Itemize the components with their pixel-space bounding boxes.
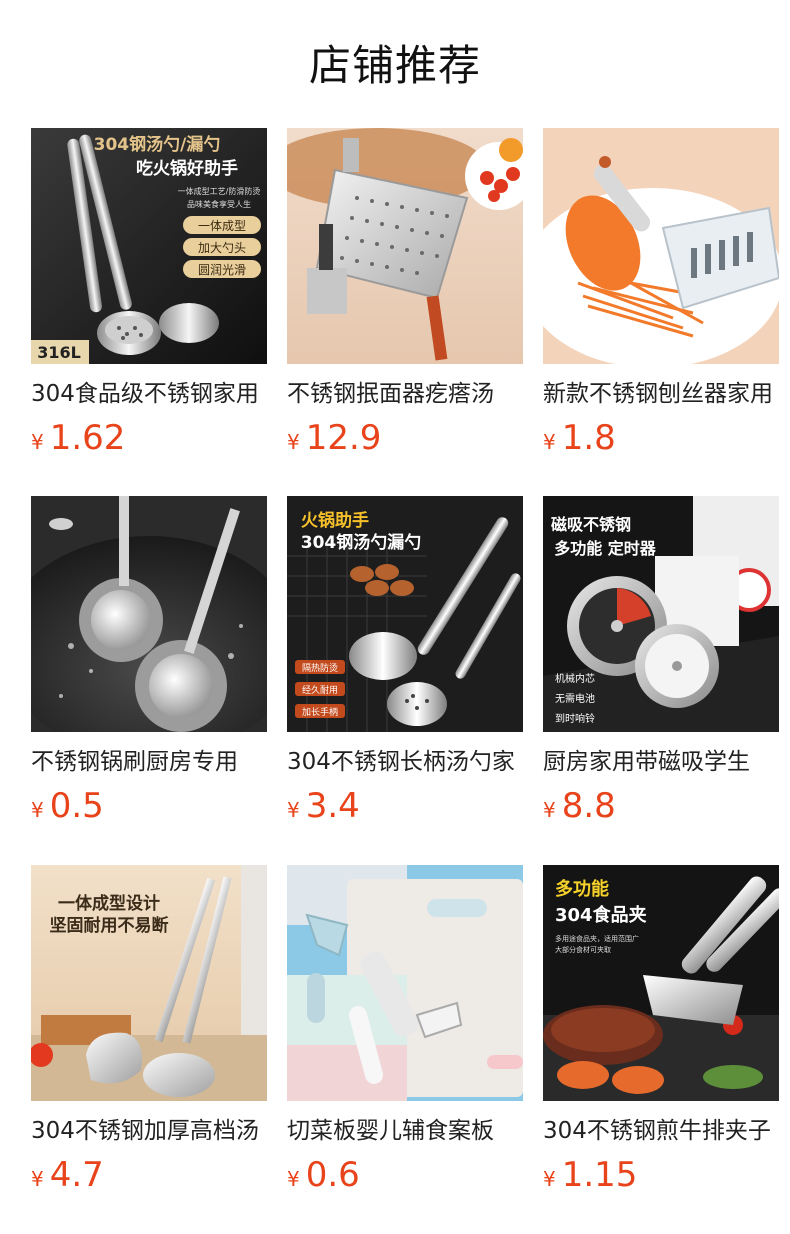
product-card[interactable]: 新款不锈钢刨丝器家用 ¥1.8	[543, 128, 779, 458]
image-sub-2: 品味美食享受人生	[187, 199, 251, 209]
product-card[interactable]: 切菜板婴儿辅食案板 ¥0.6	[287, 865, 523, 1195]
image-tag-1: 一体成型	[198, 219, 246, 233]
product-card[interactable]: 不锈钢抿面器疙瘩汤 ¥12.9	[287, 128, 523, 458]
product-price: ¥0.5	[31, 786, 104, 830]
image-badge: 316L	[37, 343, 81, 362]
product-price: ¥1.8	[543, 418, 616, 462]
price-value: 1.15	[561, 1155, 638, 1195]
currency-symbol: ¥	[287, 430, 300, 454]
product-image[interactable]	[287, 128, 523, 364]
currency-symbol: ¥	[31, 798, 44, 822]
product-card[interactable]: 磁吸不锈钢 多功能 定时器 机械内芯 无需电池 到时响铃 厨房家用带磁吸学生 ¥…	[543, 496, 779, 826]
product-image[interactable]: 火锅助手 304钢汤勺漏勺 隔热防烫 经久耐用 加长手柄	[287, 496, 523, 732]
image-tag-3: 加长手柄	[302, 706, 338, 718]
image-headline-2: 304食品夹	[555, 904, 647, 926]
currency-symbol: ¥	[543, 430, 556, 454]
image-headline-1: 304钢汤勺/漏勺	[94, 134, 221, 155]
image-headline-2: 多功能 定时器	[554, 539, 657, 558]
image-headline-2: 坚固耐用不易断	[50, 915, 169, 936]
currency-symbol: ¥	[287, 1167, 300, 1191]
image-tag-3: 圆润光滑	[198, 263, 246, 277]
image-sub-2: 大部分食材可夹取	[555, 945, 611, 954]
image-headline-2: 304钢汤勺漏勺	[301, 532, 422, 553]
product-price: ¥3.4	[287, 786, 360, 830]
product-name[interactable]: 新款不锈钢刨丝器家用	[543, 378, 779, 410]
price-value: 3.4	[305, 786, 360, 826]
product-price: ¥1.15	[543, 1155, 637, 1199]
product-price: ¥8.8	[543, 786, 616, 830]
product-name[interactable]: 304不锈钢煎牛排夹子	[543, 1115, 779, 1147]
price-value: 4.7	[49, 1155, 104, 1195]
product-image[interactable]	[287, 865, 523, 1101]
image-sub-1: 一体成型工艺/防滑防烫	[178, 186, 261, 196]
product-name[interactable]: 304不锈钢长柄汤勺家	[287, 746, 523, 778]
price-value: 1.62	[49, 418, 126, 458]
currency-symbol: ¥	[543, 798, 556, 822]
product-price: ¥1.62	[31, 418, 125, 462]
product-image[interactable]: 304钢汤勺/漏勺 吃火锅好助手 一体成型工艺/防滑防烫 品味美食享受人生 一体…	[31, 128, 267, 364]
product-image[interactable]	[31, 496, 267, 732]
product-price: ¥12.9	[287, 418, 381, 462]
product-card[interactable]: 不锈钢锅刷厨房专用 ¥0.5	[31, 496, 267, 826]
price-value: 0.5	[49, 786, 104, 826]
currency-symbol: ¥	[31, 1167, 44, 1191]
image-tag-2: 经久耐用	[302, 684, 338, 696]
currency-symbol: ¥	[287, 798, 300, 822]
price-value: 0.6	[305, 1155, 360, 1195]
product-price: ¥4.7	[31, 1155, 104, 1199]
product-card[interactable]: 多功能 304食品夹 多用途食品夹，适用范围广 大部分食材可夹取 304不锈钢煎…	[543, 865, 779, 1195]
product-image[interactable]: 一体成型设计 坚固耐用不易断	[31, 865, 267, 1101]
product-name[interactable]: 304不锈钢加厚高档汤	[31, 1115, 267, 1147]
product-card[interactable]: 火锅助手 304钢汤勺漏勺 隔热防烫 经久耐用 加长手柄 304不锈钢长柄汤勺家…	[287, 496, 523, 826]
image-check-2: 无需电池	[555, 692, 595, 705]
product-name[interactable]: 304食品级不锈钢家用	[31, 378, 267, 410]
image-headline-1: 一体成型设计	[58, 893, 160, 914]
product-card[interactable]: 一体成型设计 坚固耐用不易断 304不锈钢加厚高档汤 ¥4.7	[31, 865, 267, 1195]
product-name[interactable]: 不锈钢抿面器疙瘩汤	[287, 378, 523, 410]
price-value: 1.8	[561, 418, 616, 458]
image-headline-1: 火锅助手	[301, 510, 369, 531]
image-tag-2: 加大勺头	[198, 241, 246, 255]
product-price: ¥0.6	[287, 1155, 360, 1199]
product-image[interactable]: 磁吸不锈钢 多功能 定时器 机械内芯 无需电池 到时响铃	[543, 496, 779, 732]
image-headline-2: 吃火锅好助手	[136, 158, 238, 179]
image-tag-1: 隔热防烫	[302, 662, 338, 674]
page-title: 店铺推荐	[308, 41, 481, 90]
product-name[interactable]: 切菜板婴儿辅食案板	[287, 1115, 523, 1147]
currency-symbol: ¥	[31, 430, 44, 454]
product-image[interactable]	[543, 128, 779, 364]
price-value: 12.9	[305, 418, 382, 458]
product-card[interactable]: 304钢汤勺/漏勺 吃火锅好助手 一体成型工艺/防滑防烫 品味美食享受人生 一体…	[31, 128, 267, 458]
currency-symbol: ¥	[543, 1167, 556, 1191]
product-name[interactable]: 不锈钢锅刷厨房专用	[31, 746, 267, 778]
image-check-1: 机械内芯	[555, 672, 595, 685]
image-headline-1: 磁吸不锈钢	[551, 515, 631, 534]
product-name[interactable]: 厨房家用带磁吸学生	[543, 746, 779, 778]
price-value: 8.8	[561, 786, 616, 826]
image-sub-1: 多用途食品夹，适用范围广	[555, 934, 639, 943]
image-check-3: 到时响铃	[555, 712, 595, 725]
product-image[interactable]: 多功能 304食品夹 多用途食品夹，适用范围广 大部分食材可夹取	[543, 865, 779, 1101]
image-headline-1: 多功能	[555, 878, 609, 900]
